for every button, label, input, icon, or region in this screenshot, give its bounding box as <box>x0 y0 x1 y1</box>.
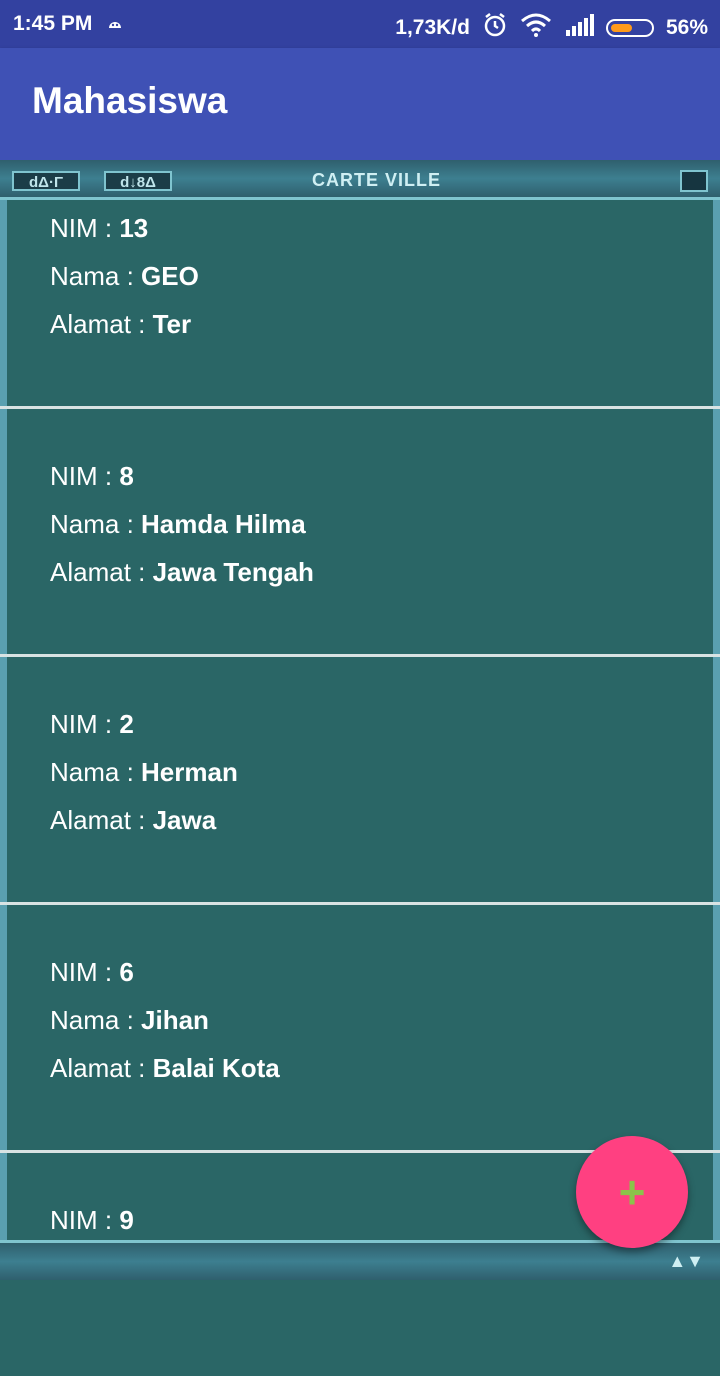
alamat-field: Alamat : Jawa <box>50 805 216 836</box>
nama-field-label: Nama : <box>50 509 142 539</box>
alamat-field-value: Jawa <box>152 805 217 835</box>
nim-field-label: NIM : <box>50 709 120 739</box>
alamat-field: Alamat : Balai Kota <box>50 1053 280 1084</box>
nim-field: NIM : 8 <box>50 461 134 492</box>
battery-percent: 56% <box>665 16 708 39</box>
frame-bottom-arrows: ▲▼ <box>668 1251 704 1271</box>
nama-field-value: Hamda Hilma <box>141 509 306 539</box>
nim-field: NIM : 13 <box>50 213 148 244</box>
nama-field-label: Nama : <box>50 1005 142 1035</box>
nim-field-value: 6 <box>119 957 134 987</box>
nama-field: Nama : GEO <box>50 261 199 292</box>
nama-field-value: GEO <box>141 261 199 291</box>
alamat-field-label: Alamat : <box>50 1053 153 1083</box>
nim-field-label: NIM : <box>50 213 120 243</box>
battery-level <box>610 24 632 32</box>
alarm-icon <box>482 12 508 44</box>
nama-field-label: Nama : <box>50 261 142 291</box>
nim-field: NIM : 2 <box>50 709 134 740</box>
add-icon: + <box>618 1166 646 1218</box>
frame-bottom-bar: ▲▼ <box>0 1240 720 1280</box>
status-time: 1:45 PM <box>13 12 93 35</box>
nim-field: NIM : 6 <box>50 957 134 988</box>
list-item[interactable]: NIM : 8 Nama : Hamda Hilma Alamat : Jawa T… <box>0 384 720 632</box>
nama-field: Nama : Hamda Hilma <box>50 509 306 540</box>
nim-field-value: 8 <box>119 461 134 491</box>
nama-field: Nama : Jihan <box>50 1005 209 1036</box>
alamat-field: Alamat : Jawa Tengah <box>50 557 314 588</box>
nama-field-value: Herman <box>141 757 238 787</box>
signal-icon <box>564 14 594 42</box>
alamat-field-label: Alamat : <box>50 805 153 835</box>
nim-field-label: NIM : <box>50 957 120 987</box>
android-icon <box>106 12 124 36</box>
alamat-field-value: Jawa Tengah <box>152 557 314 587</box>
nim-field-label: NIM : <box>50 1205 120 1235</box>
net-speed: 1,73K/d <box>395 16 470 39</box>
alamat-field-value: Balai Kota <box>152 1053 280 1083</box>
wifi-icon <box>520 13 552 43</box>
nim-field-label: NIM : <box>50 461 120 491</box>
nim-field: NIM : 9 <box>50 1205 134 1236</box>
list-item[interactable]: NIM : 13 Nama : GEO Alamat : Ter <box>0 136 720 384</box>
nama-field: Nama : Herman <box>50 757 238 788</box>
nama-field-value: Jihan <box>141 1005 209 1035</box>
nim-field-value: 9 <box>119 1205 134 1235</box>
status-bar: 1:45 PM 1,73K/d 56% <box>0 0 720 48</box>
alamat-field-label: Alamat : <box>50 309 153 339</box>
nim-field-value: 13 <box>119 213 149 243</box>
alamat-field: Alamat : Ter <box>50 309 191 340</box>
add-student-button[interactable]: + <box>576 1136 688 1248</box>
list-item[interactable]: NIM : 6 Nama : Jihan Alamat : Balai Kota <box>0 880 720 1128</box>
nim-field-value: 2 <box>119 709 134 739</box>
page-title: Mahasiswa <box>32 80 228 121</box>
alamat-field-value: Ter <box>152 309 192 339</box>
list-item[interactable]: NIM : 2 Nama : Herman Alamat : Jawa <box>0 632 720 880</box>
nama-field-label: Nama : <box>50 757 142 787</box>
battery-icon <box>605 19 654 37</box>
alamat-field-label: Alamat : <box>50 557 153 587</box>
